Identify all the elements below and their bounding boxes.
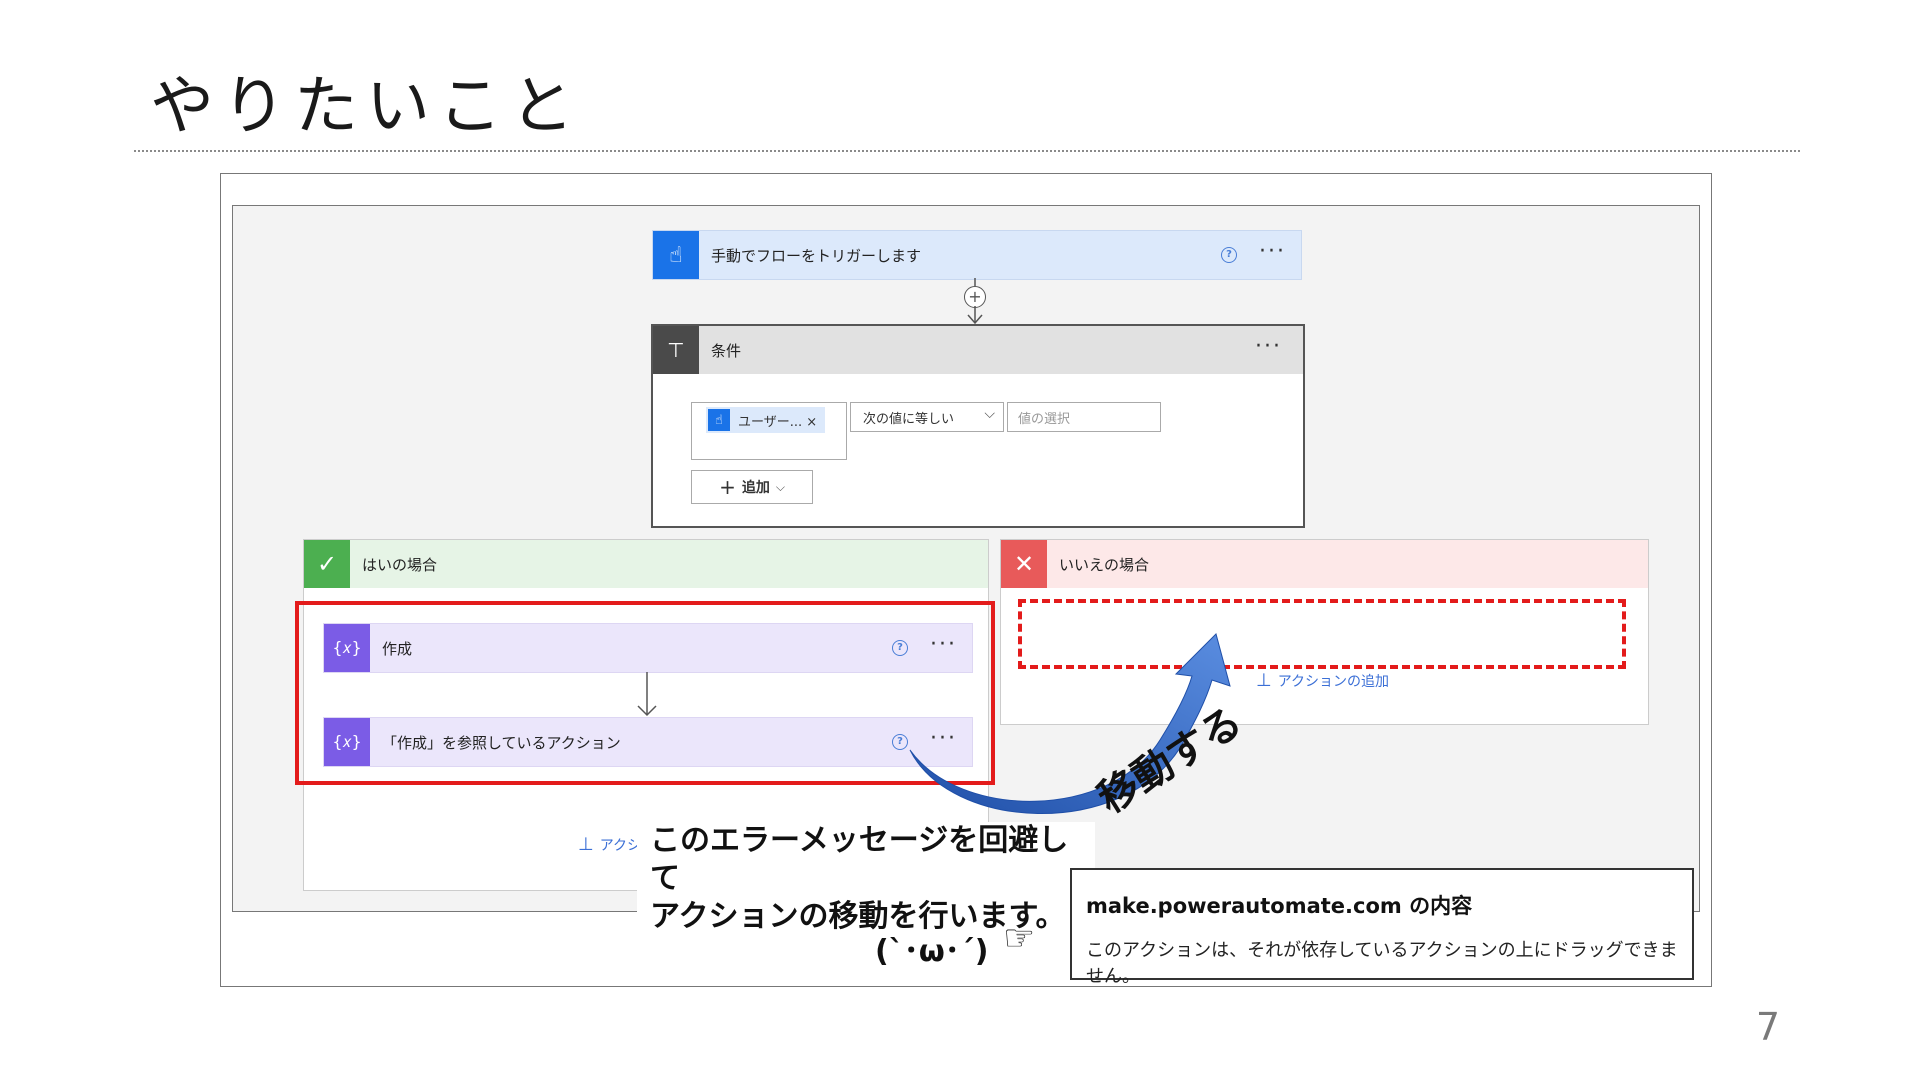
trigger-label: 手動でフローをトリガーします bbox=[711, 246, 922, 265]
pointing-hand-icon: ☞ bbox=[1003, 918, 1036, 959]
connector-arrow bbox=[967, 278, 983, 325]
more-options-icon[interactable]: ··· bbox=[1259, 239, 1286, 264]
note-line-1: このエラーメッセージを回避して bbox=[650, 823, 1069, 896]
dynamic-token[interactable]: ユーザー... × bbox=[738, 411, 817, 430]
kaomoji: (`･ω･´) bbox=[875, 934, 989, 969]
operator-select[interactable]: 次の値に等しい ⌵ bbox=[850, 402, 1004, 432]
condition-left-operand[interactable]: ☝ ユーザー... × bbox=[691, 402, 847, 460]
help-icon[interactable]: ? bbox=[1221, 247, 1237, 263]
title-divider bbox=[134, 150, 1800, 152]
chevron-down-icon: ⌵ bbox=[984, 406, 995, 422]
chevron-down-icon: ⌵ bbox=[775, 479, 785, 494]
condition-icon: ⊤ bbox=[653, 326, 699, 374]
no-branch-label: いいえの場合 bbox=[1059, 555, 1150, 574]
add-condition-button[interactable]: + 追加 ⌵ bbox=[691, 470, 813, 504]
trigger-card[interactable]: ☝ 手動でフローをトリガーします ? ··· bbox=[652, 230, 1302, 280]
more-options-icon[interactable]: ··· bbox=[1255, 334, 1282, 359]
dialog-title: make.powerautomate.com の内容 bbox=[1086, 894, 1473, 918]
yes-branch-label: はいの場合 bbox=[362, 555, 438, 574]
checkmark-icon: ✓ bbox=[304, 540, 350, 588]
value-input[interactable]: 値の選択 bbox=[1007, 402, 1161, 432]
hand-touch-icon: ☝ bbox=[653, 231, 699, 279]
explanation-note: このエラーメッセージを回避して アクションの移動を行います。 bbox=[637, 822, 1095, 934]
add-action-link-yes[interactable]: ⊥ アクシ bbox=[578, 834, 641, 855]
slide-title: やりたいこと bbox=[150, 70, 582, 144]
add-step-icon: ⊥ bbox=[578, 834, 594, 855]
condition-label: 条件 bbox=[711, 341, 742, 360]
error-dialog: make.powerautomate.com の内容 このアクションは、それが依… bbox=[1070, 868, 1694, 987]
dialog-message: このアクションは、それが依存しているアクションの上にドラッグできません。 bbox=[1086, 940, 1678, 987]
page-number: 7 bbox=[1755, 1005, 1780, 1049]
condition-card[interactable]: ⊤ 条件 ··· ☝ ユーザー... × 次の値に等しい ⌵ 値の選択 + 追加… bbox=[651, 324, 1305, 528]
plus-icon: + bbox=[719, 475, 736, 499]
close-icon: ✕ bbox=[1001, 540, 1047, 588]
hand-touch-icon: ☝ bbox=[708, 409, 730, 431]
